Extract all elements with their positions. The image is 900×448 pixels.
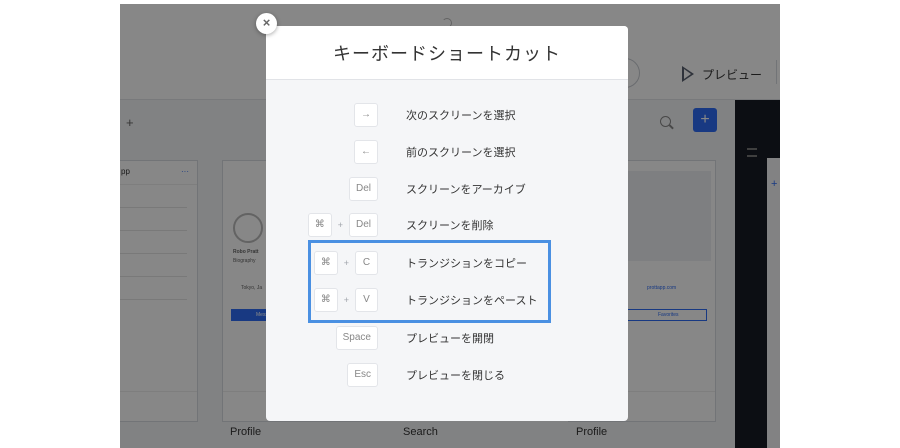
shortcut-label: プレビューを開閉 (406, 333, 494, 345)
key-cap: Del (348, 213, 378, 237)
highlight-annotation (308, 240, 551, 323)
shortcut-keys: Del (348, 176, 378, 202)
shortcut-row: ← 前のスクリーンを選択 (266, 139, 628, 165)
arrow-right-icon: → (354, 103, 378, 127)
key-cap: Esc (347, 363, 378, 387)
shortcut-keys: → (354, 102, 378, 128)
shortcut-label: 次のスクリーンを選択 (406, 110, 516, 122)
command-key-icon: ⌘ (307, 213, 332, 237)
key-plus-separator: + (337, 220, 343, 230)
shortcut-label: 前のスクリーンを選択 (406, 147, 516, 159)
shortcut-label: プレビューを閉じる (406, 370, 505, 382)
shortcut-label: スクリーンをアーカイブ (406, 184, 526, 196)
modal-header: キーボードショートカット (266, 26, 628, 80)
shortcut-keys: Esc (347, 362, 378, 388)
shortcut-label: スクリーンを削除 (406, 220, 494, 232)
shortcut-row: Del スクリーンをアーカイブ (266, 176, 628, 202)
shortcut-keys: ← (354, 139, 378, 165)
shortcut-keys: ⌘ + Del (307, 212, 378, 238)
shortcut-row: → 次のスクリーンを選択 (266, 102, 628, 128)
key-cap: Space (335, 326, 378, 350)
arrow-left-icon: ← (354, 140, 378, 164)
keyboard-shortcuts-modal: キーボードショートカット → 次のスクリーンを選択 ← 前のスクリーンを選択 Del スク… (266, 26, 628, 421)
key-cap: Del (348, 177, 378, 201)
shortcut-keys: Space (335, 325, 378, 351)
modal-title: キーボードショートカット (333, 44, 561, 64)
shortcut-row: ⌘ + Del スクリーンを削除 (266, 212, 628, 238)
shortcut-row: Space プレビューを開閉 (266, 325, 628, 351)
close-button[interactable]: × (256, 13, 277, 34)
shortcut-row: Esc プレビューを閉じる (266, 362, 628, 388)
